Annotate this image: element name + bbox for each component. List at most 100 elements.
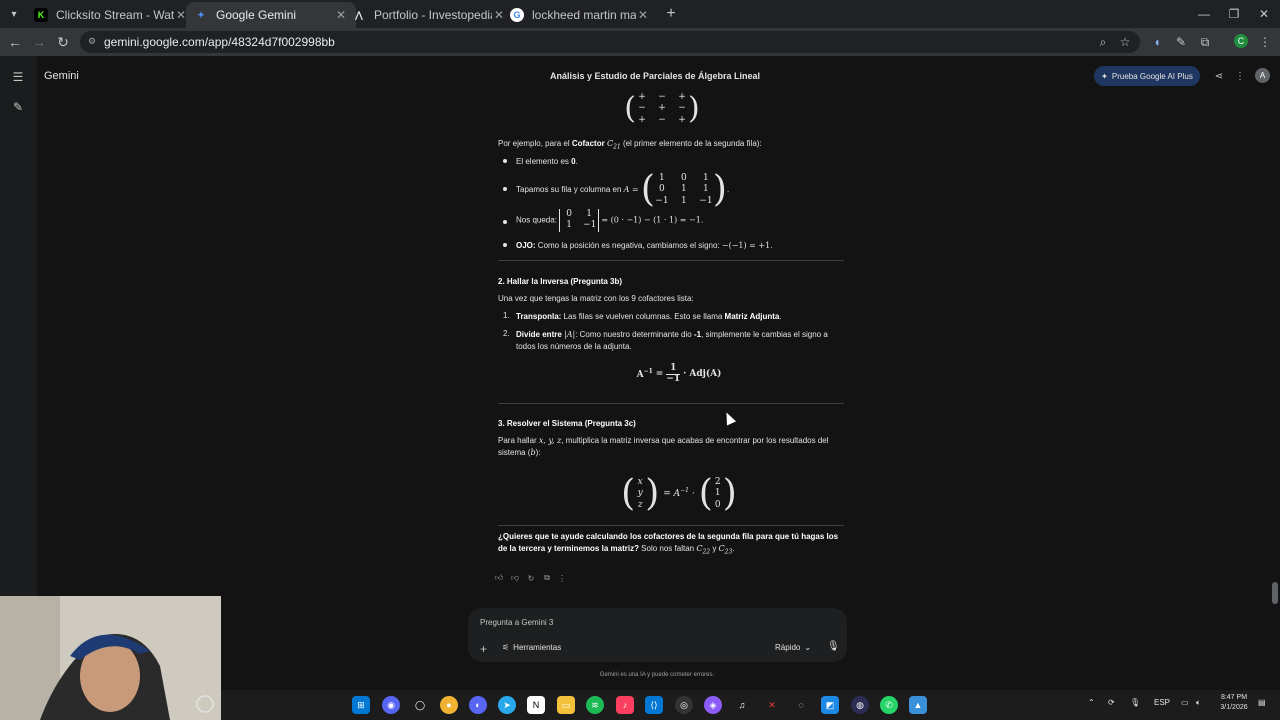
copy-icon[interactable]: ⧉ [541, 572, 553, 584]
section-2-intro: Una vez que tengas la matriz con los 9 c… [498, 294, 694, 303]
scrollbar[interactable] [1272, 582, 1278, 604]
minor-grid: 0 1 1 −1 [563, 209, 596, 232]
tab-investopedia[interactable]: ⋀ Portfolio - Investopedia Stock S ✕ [344, 2, 514, 28]
regenerate-icon[interactable]: ↻ [525, 572, 537, 584]
tools-icon: ⚟ [502, 643, 510, 652]
matrix-cell: 1 [566, 220, 572, 231]
app4-icon[interactable]: ◌ [792, 696, 810, 714]
new-tab-icon[interactable]: + [662, 5, 680, 23]
tiktok-icon[interactable]: ♫ [733, 696, 751, 714]
menu-icon[interactable]: ☰ [11, 70, 25, 84]
divider [498, 260, 844, 261]
upgrade-button[interactable]: ✦ Prueba Google AI Plus [1094, 66, 1200, 86]
account-avatar[interactable]: A [1255, 68, 1270, 83]
matrix-cell: + [658, 103, 666, 114]
gemini-icon: ✦ [197, 9, 205, 20]
pen-extension-icon[interactable]: ✎ [1172, 33, 1190, 51]
google-icon: G [510, 8, 524, 22]
notifications-icon[interactable]: ▤ [1258, 698, 1266, 707]
notion-icon[interactable]: N [527, 696, 545, 714]
matrix-cell: −1 [699, 195, 713, 206]
bookmark-star-icon[interactable]: ☆ [1116, 33, 1134, 51]
profile-avatar[interactable]: C [1234, 34, 1248, 48]
app3-icon[interactable]: ✕ [763, 696, 781, 714]
matrix-a-grid: 1 0 1 0 1 1 −1 1 −1 [655, 173, 713, 207]
discord-app-icon[interactable]: ◐ [469, 696, 487, 714]
whatsapp-icon[interactable]: ✆ [880, 696, 898, 714]
forward-icon[interactable]: → [29, 32, 49, 52]
bullet [503, 187, 507, 191]
divider [498, 403, 844, 404]
more-icon[interactable]: ⋮ [556, 572, 568, 584]
tray-overflow-icon[interactable]: ⌃ [1088, 698, 1095, 707]
vscode-icon[interactable]: ⟨⟩ [645, 696, 663, 714]
zoom-icon[interactable]: ⌕ [1094, 33, 1112, 51]
extensions-puzzle-icon[interactable]: ⧉ [1196, 33, 1214, 51]
matrix-cell: 1 [586, 209, 592, 219]
minimize-icon[interactable]: — [1188, 0, 1220, 28]
new-chat-icon[interactable]: ✎ [11, 100, 25, 114]
matrix-cell: 0 [659, 184, 665, 195]
network-icon[interactable]: ▭ [1181, 698, 1189, 707]
tab-gemini[interactable]: ✦ Google Gemini ✕ [186, 2, 356, 28]
thumbs-up-icon[interactable]: 👍︎ [493, 572, 505, 584]
discord-icon[interactable]: ◉ [382, 696, 400, 714]
sync-icon[interactable]: ⟳ [1108, 698, 1115, 707]
address-bar[interactable]: ⚙ gemini.google.com/app/48324d7f002998bb [80, 31, 1140, 53]
app5-icon[interactable]: ◩ [821, 696, 839, 714]
kick-icon: K [34, 8, 48, 22]
left-paren: ( [698, 473, 713, 514]
sign-matrix-grid: + − + − + − + − + [636, 92, 688, 126]
webcam-person-image [0, 596, 221, 720]
thumbs-down-icon[interactable]: 👎︎ [509, 572, 521, 584]
language-indicator[interactable]: ESP [1154, 698, 1170, 707]
spotify-icon[interactable]: ≋ [586, 696, 604, 714]
tab-clicksito[interactable]: K Clicksito Stream - Watch Live o ✕ [26, 2, 196, 28]
tab-title: lockheed martin market code - [532, 8, 636, 22]
closing-question: ¿Quieres que te ayude calculando los cof… [498, 532, 839, 556]
matrix-cell: x [637, 477, 643, 488]
more-options-icon[interactable]: ⋮ [1233, 69, 1247, 83]
add-icon[interactable]: + [480, 642, 487, 656]
date: 3/1/2026 [1220, 703, 1248, 711]
app-icon[interactable]: ● [440, 696, 458, 714]
matrix-cell: 1 [681, 195, 687, 206]
share-icon[interactable]: ⋖ [1212, 69, 1226, 83]
reload-icon[interactable]: ↻ [53, 32, 73, 52]
volume-icon[interactable]: 🔈︎ [1196, 698, 1201, 708]
app6-icon[interactable]: ◍ [851, 696, 869, 714]
tab-search-dropdown-icon[interactable]: ▾ [4, 4, 24, 24]
bullet-3: Nos queda: 0 1 1 −1 = (0 · −1) − (1 · 1) = … [516, 209, 704, 232]
chevron-down-icon: ⌄ [804, 643, 812, 652]
tab-google-search[interactable]: G lockheed martin market code - ✕ [502, 2, 658, 28]
browser-menu-icon[interactable]: ⋮ [1256, 33, 1274, 51]
right-paren: ) [722, 473, 737, 514]
mic-tray-icon[interactable]: 🎙︎ [1130, 698, 1140, 707]
music-icon[interactable]: ♪ [616, 696, 634, 714]
disclaimer: Gemini es una IA y puede cometer errores… [599, 672, 715, 678]
app2-icon[interactable]: ◈ [704, 696, 722, 714]
tools-button[interactable]: ⚟ Herramientas [502, 643, 561, 652]
windows-start-icon[interactable]: ⊞ [352, 696, 370, 714]
prompt-input[interactable]: Pregunta a Gemini 3 [480, 618, 553, 627]
close-tab-icon[interactable]: ✕ [636, 8, 650, 22]
matrix-cell: 1 [714, 488, 721, 499]
tab-strip: ▾ K Clicksito Stream - Watch Live o ✕ ✦ … [0, 0, 1280, 28]
app-name[interactable]: Gemini [44, 70, 79, 82]
close-window-icon[interactable]: ✕ [1248, 0, 1280, 28]
site-info-icon[interactable]: ⚙ [88, 36, 98, 46]
telegram-icon[interactable]: ➤ [498, 696, 516, 714]
microphone-icon[interactable]: 🎙︎ [827, 641, 840, 652]
chrome-icon[interactable]: ◎ [675, 696, 693, 714]
photos-icon[interactable]: ▲ [909, 696, 927, 714]
matrix-cell: + [678, 114, 686, 125]
media-extension-icon[interactable]: ◖ [1148, 33, 1166, 51]
back-icon[interactable]: ← [5, 32, 25, 52]
file-explorer-icon[interactable]: ▭ [557, 696, 575, 714]
clock[interactable]: 8:47 PM 3/1/2026 [1216, 693, 1252, 713]
matrix-cell: 2 [714, 477, 721, 488]
restore-icon[interactable]: ❐ [1218, 0, 1250, 28]
matrix-cell: 1 [681, 184, 687, 195]
opera-icon[interactable]: ◯ [411, 696, 429, 714]
mode-selector[interactable]: Rápido ⌄ [775, 643, 811, 652]
